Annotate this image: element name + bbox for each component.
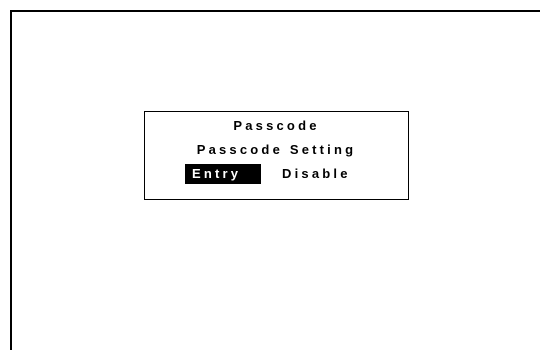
passcode-options: Entry Disable bbox=[145, 164, 408, 184]
passcode-setting-label: Passcode Setting bbox=[196, 142, 357, 157]
disable-option[interactable]: Disable bbox=[281, 164, 371, 184]
entry-option[interactable]: Entry bbox=[185, 164, 261, 184]
passcode-dialog: Passcode Passcode Setting Entry Disable bbox=[144, 111, 409, 200]
dialog-title: Passcode bbox=[233, 118, 320, 133]
